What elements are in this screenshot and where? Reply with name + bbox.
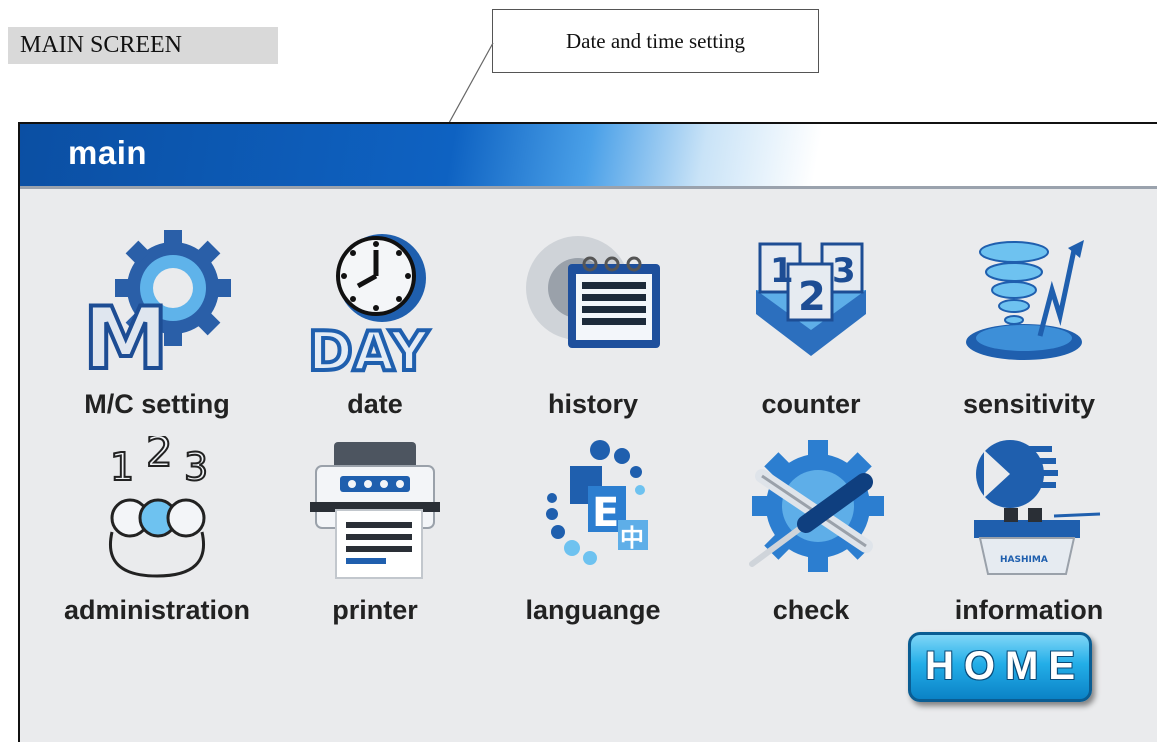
company-info-icon: HASHIMA [974, 440, 1101, 575]
printer-icon [310, 442, 440, 579]
svg-text:中: 中 [620, 524, 644, 552]
menu-sensitivity[interactable]: sensitivity [914, 230, 1144, 420]
language-globe-icon: E 中 [546, 440, 648, 565]
svg-text:3: 3 [832, 251, 856, 291]
svg-text:1: 1 [110, 445, 134, 489]
menu-information[interactable]: HASHIMA information [914, 436, 1144, 626]
menu-label: information [954, 595, 1104, 625]
svg-text:E: E [592, 490, 619, 536]
svg-text:HASHIMA: HASHIMA [1000, 555, 1048, 565]
counter-digits-icon: 1 3 2 [756, 242, 866, 356]
svg-text:M: M [83, 289, 169, 380]
menu-check[interactable]: check [696, 436, 926, 626]
svg-text:2: 2 [146, 436, 173, 476]
menu-date[interactable]: DAY date [260, 230, 490, 420]
menu-label: check [772, 595, 850, 625]
menu-label: administration [63, 595, 251, 625]
title-bar: main [20, 124, 1157, 189]
wrench-screwdriver-icon [749, 440, 884, 572]
menu-printer[interactable]: printer [260, 436, 490, 626]
clock-day-icon: DAY [306, 234, 431, 380]
menu-label: M/C setting [84, 389, 230, 419]
menu-counter[interactable]: 1 3 2 counter [696, 230, 926, 420]
home-button[interactable]: HOME [908, 632, 1092, 702]
svg-text:2: 2 [798, 274, 826, 320]
gear-m-icon: M [81, 230, 231, 380]
calendar-history-icon [526, 236, 660, 348]
svg-text:3: 3 [184, 445, 208, 489]
numbers-admin-icon: 1 2 3 [109, 436, 209, 578]
svg-text:DAY: DAY [308, 320, 429, 380]
menu-label: counter [761, 389, 861, 419]
menu-label: sensitivity [962, 389, 1096, 419]
menu-history[interactable]: history [478, 230, 708, 420]
menu-administration[interactable]: 1 2 3 administration [42, 436, 272, 626]
menu-label: printer [332, 595, 418, 625]
menu-label: history [547, 389, 639, 419]
tornado-sensitivity-icon [966, 240, 1084, 360]
menu-language[interactable]: E 中 languange [478, 436, 708, 626]
window-title: main [68, 134, 148, 171]
svg-text:1: 1 [770, 251, 794, 291]
menu-label: date [347, 389, 403, 419]
main-window: main M M/C setting DAY date history 1 3 … [18, 122, 1157, 742]
menu-mc-setting[interactable]: M M/C setting [42, 230, 272, 420]
menu-label: languange [525, 595, 661, 625]
